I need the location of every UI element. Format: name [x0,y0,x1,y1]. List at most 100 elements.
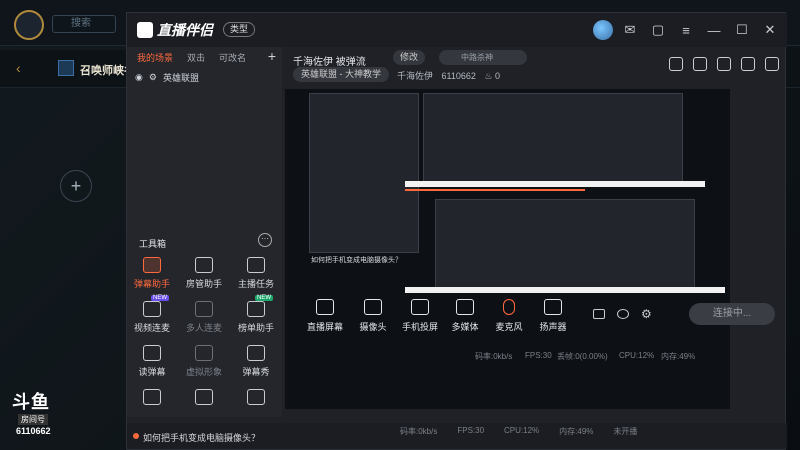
danmaku-show-icon [247,345,265,361]
new-badge: NEW [255,295,273,301]
type-badge[interactable]: 类型 [223,22,256,37]
edit-title-button[interactable]: 修改 [393,50,426,65]
back-chevron-icon[interactable]: ‹ [16,60,21,76]
game-mode-icon [58,60,74,76]
layout-icon[interactable] [717,57,731,71]
control-label: 扬声器 [539,322,567,332]
control-mic[interactable]: 麦克风 [489,299,529,333]
tab-my-scenes[interactable]: 我的场景 [137,51,173,64]
control-media[interactable]: 多媒体 [445,299,485,333]
tool-danmaku-show[interactable]: 弹幕秀 [231,345,281,378]
eye-icon[interactable]: ◉ [135,72,143,83]
tool-read-danmaku[interactable]: 读弹幕 [127,345,177,378]
toolbox-title: 工具箱 [139,239,167,249]
multi-link-icon [195,301,213,317]
app-title: 直播伴侣 [157,22,213,38]
room-tag-input[interactable]: 中路杀神 [439,50,527,65]
add-player-button[interactable]: + [60,170,92,202]
tool-video-link[interactable]: NEW 视频连麦 [127,295,177,334]
tool-extra-2[interactable] [179,389,229,409]
room-number: 6110662 [441,71,476,81]
mic-icon [503,299,515,315]
control-phone-cast[interactable]: 手机投屏 [397,299,443,333]
douyu-logo: 斗鱼 [12,392,50,412]
tool-extra-3[interactable] [231,389,281,409]
user-icon [195,257,213,273]
preview-eye-icon[interactable] [617,309,629,319]
title-bar: 直播伴侣 类型 ✉ ▢ ≡ — ☐ ✕ [127,13,787,47]
bitrate: 码率:0kb/s [475,352,513,361]
media-icon [456,299,474,315]
tab-rename[interactable]: 可改名 [219,51,246,64]
tool-label: 弹幕助手 [133,279,170,289]
fps: FPS:30 [457,426,485,435]
share-icon[interactable] [765,57,779,71]
game-search-input[interactable]: 搜索 [52,15,116,33]
dropped-frames: 丢帧:0(0.00%) [557,352,608,361]
room-owner: 千海佐伊 [397,71,434,81]
record-icon[interactable] [593,309,605,319]
bell-icon[interactable] [741,57,755,71]
control-screen[interactable]: 直播屏幕 [303,299,347,333]
tool-icon [195,389,213,405]
avatar-icon [195,345,213,361]
fans-icon: ♨ [484,71,493,81]
room-title: 千海佐伊 被弹流 [293,57,366,68]
tool-danmaku-helper[interactable]: 弹幕助手 [127,257,177,290]
maximize-icon[interactable]: ☐ [731,19,753,41]
tool-extra-1[interactable] [127,389,177,409]
outer-status-bar: 码率:0kb/s FPS:30 CPU:12% 内存:49% 未开播 [400,426,637,437]
read-danmaku-icon [143,345,161,361]
tool-rank-helper[interactable]: NEW 榜单助手 [231,295,281,334]
nested-window-2 [435,199,695,289]
cpu: CPU:12% [504,426,540,435]
avatar[interactable] [593,20,613,40]
minimize-icon[interactable]: — [703,19,725,41]
left-panel: 我的场景 双击 可改名 + ◉ ⚙ 英雄联盟 工具箱 ⋯ 弹幕助手 房管助手 主… [127,47,282,417]
tool-label: 视频连麦 [133,323,170,333]
toolbox-more-button[interactable]: ⋯ [258,233,272,247]
add-scene-button[interactable]: + [268,48,276,64]
tool-multi-link[interactable]: 多人连麦 [179,301,229,334]
tool-label: 房管助手 [185,279,222,289]
menu-icon[interactable]: ≡ [675,19,697,41]
bitrate: 码率:0kb/s [400,427,438,436]
rank-icon [247,301,265,317]
nested-toolbox [309,93,419,253]
tool-virtual-avatar[interactable]: 虚拟形象 [179,345,229,378]
control-label: 直播屏幕 [306,322,343,332]
nested-window-1 [423,93,683,183]
category-button[interactable]: 英雄联盟 - 大神教学 [293,67,389,82]
lock-icon[interactable] [693,57,707,71]
room-number-label: 房间号 [18,414,48,425]
control-speaker[interactable]: 扬声器 [533,299,573,333]
live-companion-window: 直播伴侣 类型 ✉ ▢ ≡ — ☐ ✕ 我的场景 双击 可改名 + ◉ ⚙ 英雄… [126,12,787,450]
right-panel: 千海佐伊 被弹流 修改 中路杀神 英雄联盟 - 大神教学 千海佐伊 611066… [285,47,785,417]
gift-icon[interactable]: ▢ [647,19,669,41]
settings-gear-icon[interactable]: ⚙ [641,307,652,321]
tool-room-admin[interactable]: 房管助手 [179,257,229,290]
control-label: 摄像头 [359,322,387,332]
tip-text[interactable]: 如何把手机变成电脑摄像头？ [143,431,260,444]
tool-streamer-task[interactable]: 主播任务 [231,257,281,290]
start-stream-button[interactable]: 连接中... [689,303,775,325]
scene-item[interactable]: ◉ ⚙ 英雄联盟 [135,71,199,84]
camera-icon [364,299,382,315]
tool-label: 读弹幕 [138,367,166,377]
room-number-value: 6110662 [16,426,51,436]
nested-bar [405,181,705,187]
control-camera[interactable]: 摄像头 [353,299,393,333]
video-link-icon [143,301,161,317]
shop-icon[interactable] [669,57,683,71]
memory: 内存:49% [559,427,594,436]
speaker-icon [544,299,562,315]
message-icon[interactable]: ✉ [619,19,641,41]
tool-label: 主播任务 [237,279,274,289]
screen-icon [316,299,334,315]
stream-status: 未开播 [613,427,638,436]
tool-label: 虚拟形象 [185,367,222,377]
game-logo[interactable] [14,10,44,40]
danmaku-icon [143,257,161,273]
tab-double-click[interactable]: 双击 [187,51,205,64]
close-icon[interactable]: ✕ [759,19,781,41]
